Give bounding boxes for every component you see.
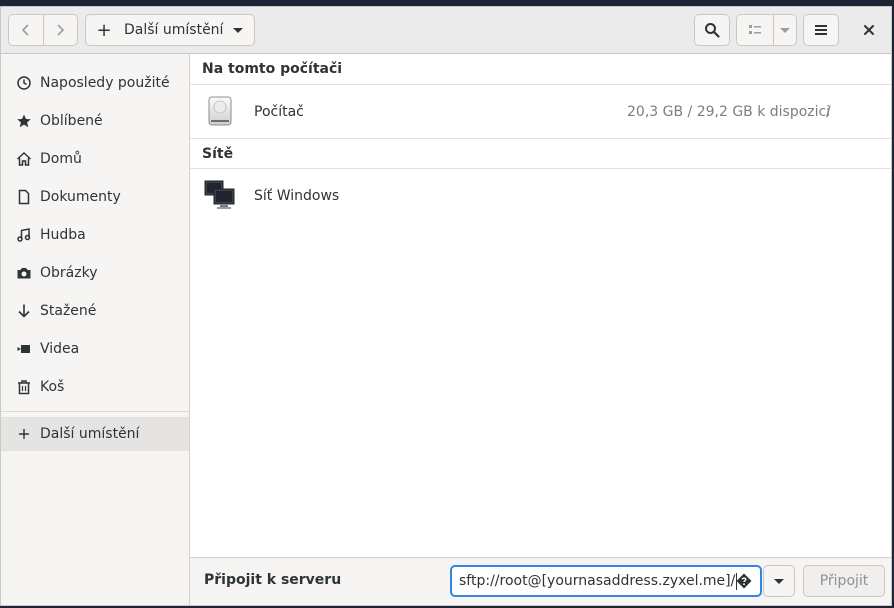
sidebar-item-trash[interactable]: Koš	[1, 370, 189, 404]
chevron-down-icon	[780, 28, 790, 33]
location-name: Síť Windows	[254, 187, 340, 204]
mount-path: /	[826, 103, 831, 120]
sidebar-item-label: Domů	[40, 151, 82, 167]
path-bar-label: Další umístění	[124, 22, 224, 38]
sidebar-separator	[1, 411, 189, 412]
clock-icon	[15, 74, 33, 92]
search-button[interactable]	[694, 14, 730, 46]
sidebar-item-videos[interactable]: Videa	[1, 332, 189, 366]
sidebar-item-label: Videa	[40, 341, 80, 357]
search-icon	[705, 23, 720, 38]
music-icon	[15, 226, 33, 244]
location-row-computer[interactable]: Počítač 20,3 GB / 29,2 GB k dispozici /	[190, 86, 891, 137]
view-options-dropdown[interactable]	[774, 15, 796, 45]
sidebar-item-other-locations[interactable]: Další umístění	[1, 417, 189, 451]
path-bar-button[interactable]: + Další umístění	[85, 14, 255, 46]
list-view-icon	[749, 25, 761, 34]
close-icon	[864, 25, 874, 35]
sidebar-item-pictures[interactable]: Obrázky	[1, 256, 189, 290]
section-header-this-computer: Na tomto počítači	[190, 54, 891, 85]
sidebar-item-label: Hudba	[40, 227, 86, 243]
chevron-left-icon	[21, 24, 29, 36]
plus-icon	[15, 425, 33, 443]
server-address-value: sftp://root@[yournasaddress.zyxel.me]/	[459, 573, 736, 589]
main-menu-button[interactable]	[803, 14, 839, 46]
chevron-right-icon	[57, 24, 65, 36]
sidebar-item-label: Stažené	[40, 303, 97, 319]
back-button[interactable]	[9, 15, 43, 45]
places-sidebar: Naposledy použité Oblíbené Domů Dokument…	[1, 54, 190, 605]
sidebar-item-documents[interactable]: Dokumenty	[1, 180, 189, 214]
trash-icon	[15, 378, 33, 396]
disk-space-info: 20,3 GB / 29,2 GB k dispozici	[627, 103, 831, 120]
sidebar-item-label: Další umístění	[40, 426, 140, 442]
document-icon	[15, 188, 33, 206]
chevron-down-icon	[233, 28, 243, 33]
chevron-down-icon	[774, 579, 784, 584]
connect-button[interactable]: Připojit	[803, 565, 885, 597]
plus-icon: +	[96, 19, 112, 41]
help-hint-icon[interactable]	[736, 573, 752, 589]
forward-button[interactable]	[42, 15, 78, 45]
sidebar-item-label: Oblíbené	[40, 113, 103, 129]
network-computers-icon	[204, 180, 235, 209]
download-arrow-icon	[15, 302, 33, 320]
star-icon	[15, 112, 33, 130]
hamburger-menu-icon	[815, 25, 827, 35]
section-header-networks: Sítě	[190, 138, 891, 169]
sidebar-item-label: Koš	[40, 379, 65, 395]
sidebar-item-label: Naposledy použité	[40, 75, 170, 91]
sidebar-item-label: Dokumenty	[40, 189, 121, 205]
connect-to-server-label: Připojit k serveru	[204, 572, 342, 588]
sidebar-item-label: Obrázky	[40, 265, 98, 281]
file-chooser-window: + Další umístění Naposledy použité Oblíb…	[0, 6, 892, 606]
header-bar: + Další umístění	[1, 7, 891, 54]
view-mode-button[interactable]	[737, 15, 774, 45]
server-address-input[interactable]: sftp://root@[yournasaddress.zyxel.me]/	[450, 565, 762, 597]
home-icon	[15, 150, 33, 168]
sidebar-item-starred[interactable]: Oblíbené	[1, 104, 189, 138]
close-button[interactable]	[851, 14, 887, 46]
camera-icon	[15, 264, 33, 282]
other-locations-view: Na tomto počítači Počítač 20,3 GB / 29,2…	[190, 54, 891, 557]
connect-to-server-bar: Připojit k serveru sftp://root@[yournasa…	[190, 557, 891, 605]
navigation-button-group	[8, 14, 78, 46]
sidebar-item-home[interactable]: Domů	[1, 142, 189, 176]
location-name: Počítač	[254, 103, 304, 120]
sidebar-item-downloads[interactable]: Stažené	[1, 294, 189, 328]
sidebar-item-recent[interactable]: Naposledy použité	[1, 66, 189, 100]
recent-servers-dropdown[interactable]	[763, 565, 795, 597]
video-icon	[15, 340, 33, 358]
view-toggle-group	[736, 14, 797, 46]
location-row-windows-network[interactable]: Síť Windows	[190, 170, 891, 221]
sidebar-item-music[interactable]: Hudba	[1, 218, 189, 252]
harddisk-icon	[208, 96, 232, 126]
